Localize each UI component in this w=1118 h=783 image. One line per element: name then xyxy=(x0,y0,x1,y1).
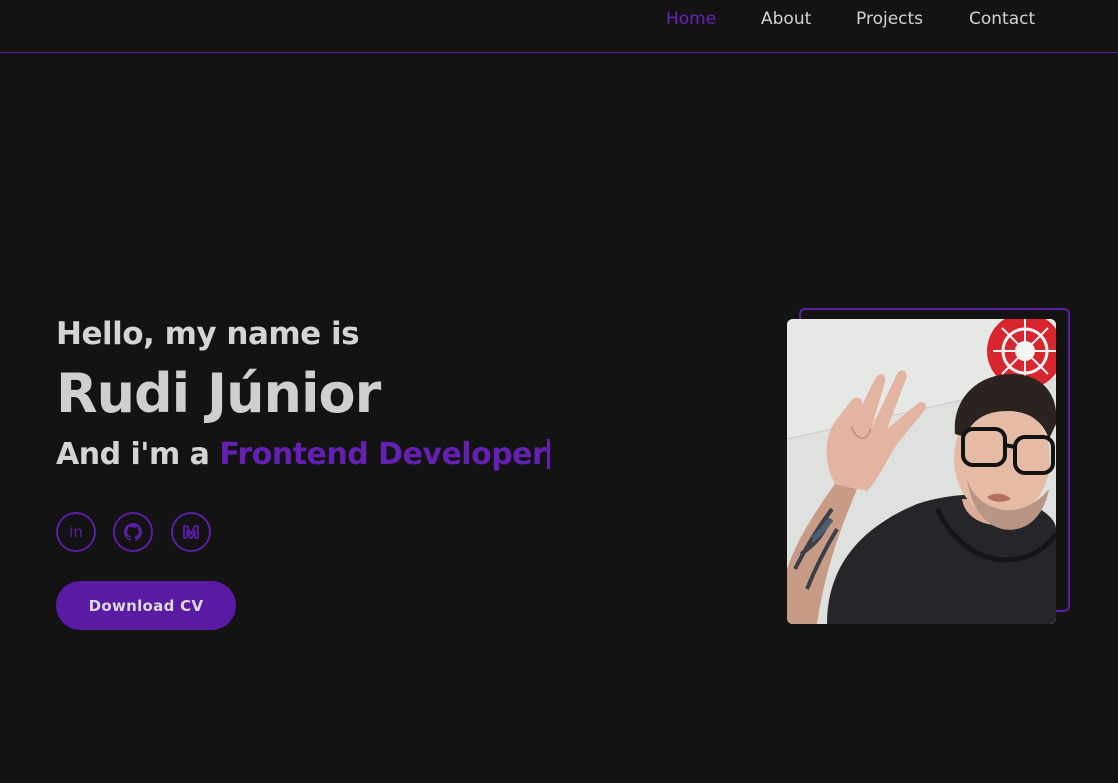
profile-photo-illustration xyxy=(787,319,1056,624)
hero-greeting: Hello, my name is xyxy=(56,316,360,352)
profile-photo xyxy=(787,319,1056,624)
hero-role-prefix: And i'm a xyxy=(56,437,220,472)
typing-cursor xyxy=(547,439,551,469)
portfolio-page: Home About Projects Contact Hello, my na… xyxy=(0,0,1118,783)
linkedin-link[interactable]: in xyxy=(56,512,96,552)
github-icon xyxy=(124,523,142,541)
linkedin-icon: in xyxy=(69,523,83,541)
medium-icon xyxy=(183,525,199,539)
hero-role: And i'm a Frontend Developer xyxy=(56,437,551,472)
hero-role-highlight: Frontend Developer xyxy=(219,437,547,472)
download-cv-button[interactable]: Download CV xyxy=(56,581,236,630)
nav-projects-link[interactable]: Projects xyxy=(856,9,923,31)
top-navbar: Home About Projects Contact xyxy=(0,0,1118,53)
medium-link[interactable] xyxy=(171,512,211,552)
nav-about-link[interactable]: About xyxy=(761,9,811,31)
nav-home-link[interactable]: Home xyxy=(666,9,716,31)
github-link[interactable] xyxy=(113,512,153,552)
nav-contact-link[interactable]: Contact xyxy=(969,9,1035,31)
hero-name: Rudi Júnior xyxy=(56,362,381,425)
